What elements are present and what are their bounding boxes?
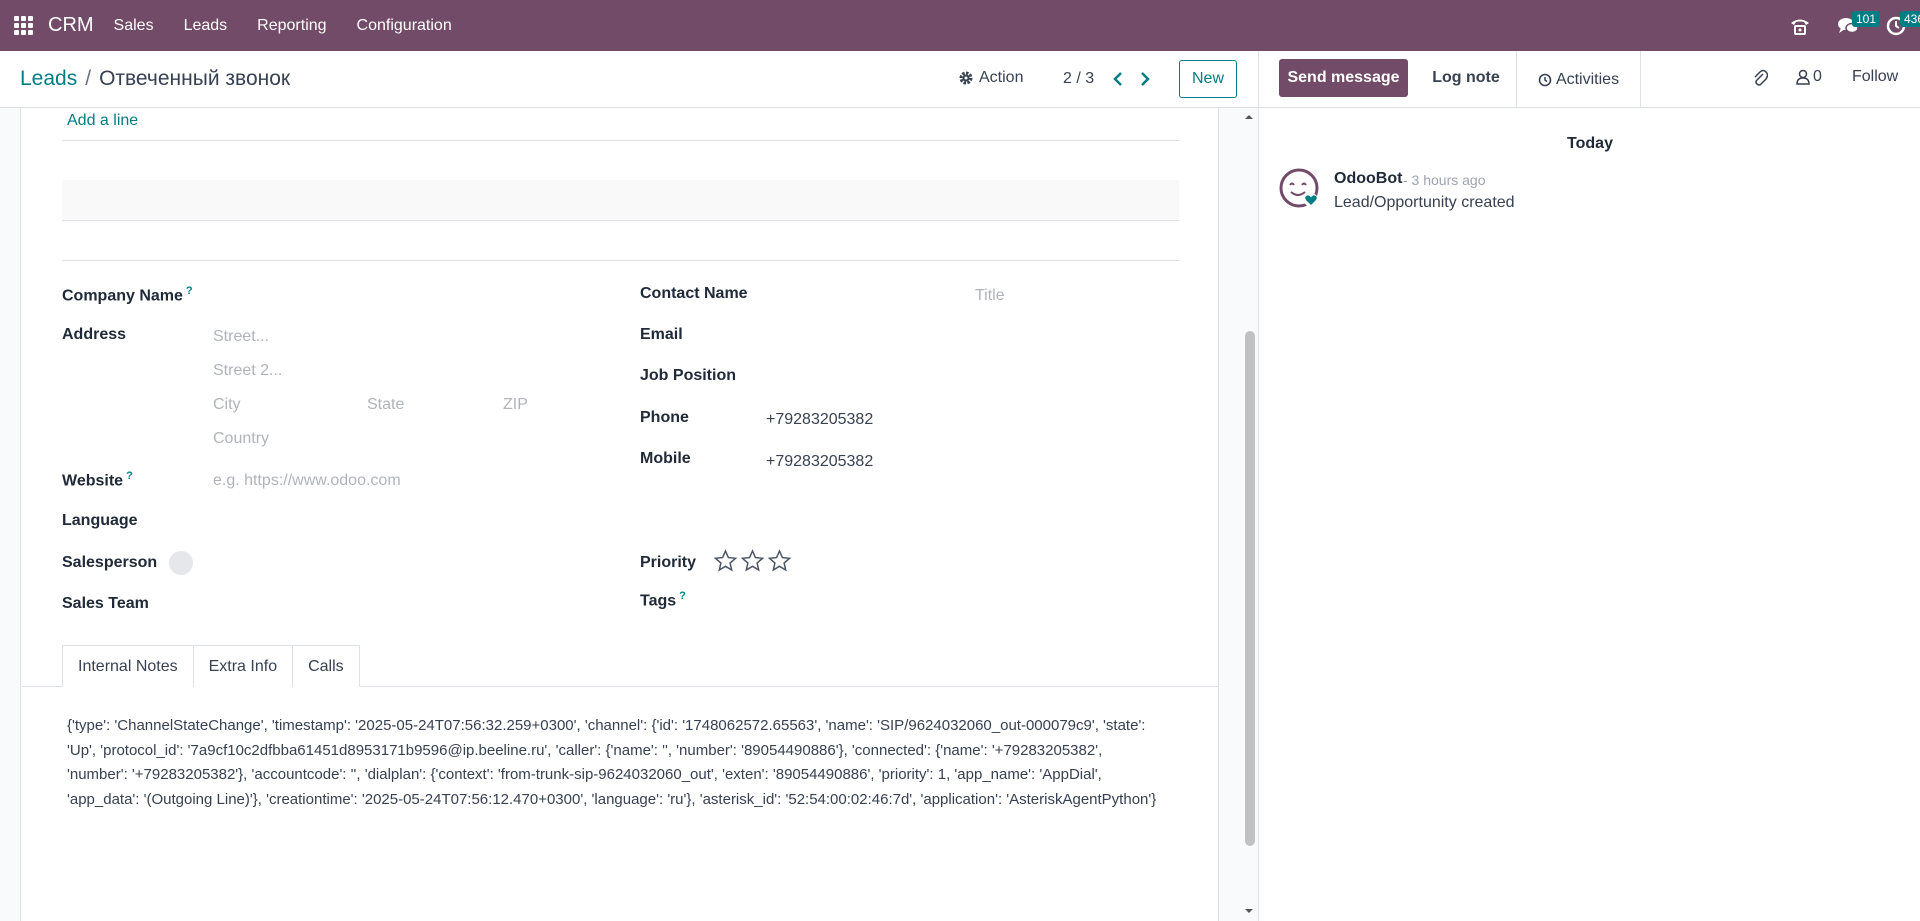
notebook-tabs: Internal Notes Extra Info Calls	[62, 645, 360, 687]
breadcrumb-separator: /	[85, 67, 92, 90]
star-icon[interactable]	[739, 549, 766, 573]
form-sheet: Add a line Company Name? Address Street.…	[20, 108, 1219, 921]
street-input[interactable]: Street...	[213, 328, 269, 346]
language-label: Language	[62, 512, 138, 529]
apps-grid-icon[interactable]	[0, 0, 46, 51]
message-author[interactable]: OdooBot	[1334, 170, 1402, 188]
sales-team-label: Sales Team	[62, 595, 149, 612]
mobile-label: Mobile	[640, 450, 691, 467]
record-title: Отвеченный звонок	[99, 67, 291, 90]
odoobot-avatar[interactable]	[1278, 167, 1320, 209]
scroll-thumb[interactable]	[1245, 331, 1255, 846]
website-input[interactable]: e.g. https://www.odoo.com	[213, 472, 401, 490]
email-label: Email	[640, 326, 683, 343]
date-separator: Today	[1567, 135, 1613, 152]
menu-configuration[interactable]: Configuration	[357, 17, 452, 35]
menu-reporting[interactable]: Reporting	[257, 17, 326, 35]
activities-button[interactable]: Activities	[1516, 51, 1641, 108]
tab-calls[interactable]: Calls	[292, 645, 360, 687]
activities-badge: 436	[1900, 11, 1920, 27]
control-panel: Leads / Отвеченный звонок Action 2 / 3 N…	[0, 51, 1258, 108]
menu-sales[interactable]: Sales	[114, 17, 154, 35]
phone-icon[interactable]	[1776, 0, 1824, 51]
tab-internal-notes[interactable]: Internal Notes	[62, 645, 194, 687]
send-message-button[interactable]: Send message	[1279, 59, 1408, 97]
tags-label: Tags?	[640, 590, 686, 610]
phone-label: Phone	[640, 409, 689, 426]
city-input[interactable]: City	[213, 396, 241, 414]
message-time: - 3 hours ago	[1403, 172, 1486, 188]
message-body: Lead/Opportunity created	[1334, 194, 1515, 211]
divider	[62, 140, 1179, 141]
breadcrumb: Leads / Отвеченный звонок	[20, 67, 290, 91]
country-input[interactable]: Country	[213, 430, 269, 448]
star-icon[interactable]	[766, 549, 793, 573]
help-icon[interactable]: ?	[186, 285, 193, 297]
pager-value[interactable]: 2 / 3	[1063, 70, 1094, 88]
follow-button[interactable]: Follow	[1852, 68, 1898, 86]
scroll-up-icon[interactable]	[1242, 112, 1256, 122]
pager-prev-icon[interactable]	[1108, 67, 1128, 91]
salesperson-label: Salesperson	[62, 554, 158, 571]
help-icon[interactable]: ?	[679, 590, 686, 602]
mobile-field[interactable]: +79283205382	[766, 453, 873, 471]
top-navbar: CRM Sales Leads Reporting Configuration …	[0, 0, 1920, 51]
clock-icon[interactable]: 436	[1872, 0, 1920, 51]
zip-input[interactable]: ZIP	[503, 396, 528, 414]
activities-label: Activities	[1555, 70, 1620, 88]
divider	[62, 220, 1179, 221]
divider	[62, 260, 1179, 261]
user-icon	[1796, 69, 1810, 85]
add-line-link[interactable]: Add a line	[67, 112, 138, 130]
title-input[interactable]: Title	[975, 287, 1005, 305]
new-button[interactable]: New	[1179, 60, 1237, 98]
address-label: Address	[62, 326, 127, 343]
chatter-panel: Send message Log note Activities 0 Follo…	[1258, 51, 1920, 921]
form-view: Add a line Company Name? Address Street.…	[0, 108, 1258, 921]
priority-stars	[712, 549, 793, 573]
menu-leads[interactable]: Leads	[184, 17, 228, 35]
website-label: Website?	[62, 470, 133, 490]
phone-field[interactable]: +79283205382	[766, 411, 873, 429]
followers-count: 0	[1813, 68, 1822, 85]
chat-icon[interactable]: 101	[1824, 0, 1881, 51]
priority-label: Priority	[640, 554, 697, 571]
chatter-topbar: Send message Log note Activities 0 Follo…	[1259, 51, 1920, 108]
street2-input[interactable]: Street 2...	[213, 362, 282, 380]
pager-next-icon[interactable]	[1135, 67, 1155, 91]
action-label: Action	[979, 69, 1024, 86]
log-note-button[interactable]: Log note	[1416, 59, 1516, 97]
action-button[interactable]: Action	[958, 69, 1023, 87]
app-name[interactable]: CRM	[48, 14, 94, 37]
help-icon[interactable]: ?	[126, 470, 133, 482]
contact-name-label: Contact Name	[640, 285, 748, 302]
scroll-down-icon[interactable]	[1242, 906, 1256, 916]
salesperson-avatar[interactable]	[169, 551, 193, 575]
star-icon[interactable]	[712, 549, 739, 573]
tab-extra-info[interactable]: Extra Info	[192, 645, 294, 687]
internal-notes-text[interactable]: {'type': 'ChannelStateChange', 'timestam…	[67, 714, 1157, 812]
main-menu: Sales Leads Reporting Configuration	[114, 17, 482, 35]
company-name-label: Company Name?	[62, 285, 193, 305]
followers-button[interactable]: 0	[1796, 68, 1822, 86]
gear-icon	[959, 71, 973, 85]
empty-row	[62, 180, 1179, 220]
clock-icon	[1538, 73, 1552, 86]
scrollbar[interactable]	[1242, 108, 1256, 921]
job-position-label: Job Position	[640, 367, 736, 384]
systray: 101 436	[1776, 0, 1920, 51]
state-input[interactable]: State	[367, 396, 404, 414]
paperclip-icon[interactable]	[1748, 65, 1772, 93]
breadcrumb-leads[interactable]: Leads	[20, 67, 77, 91]
